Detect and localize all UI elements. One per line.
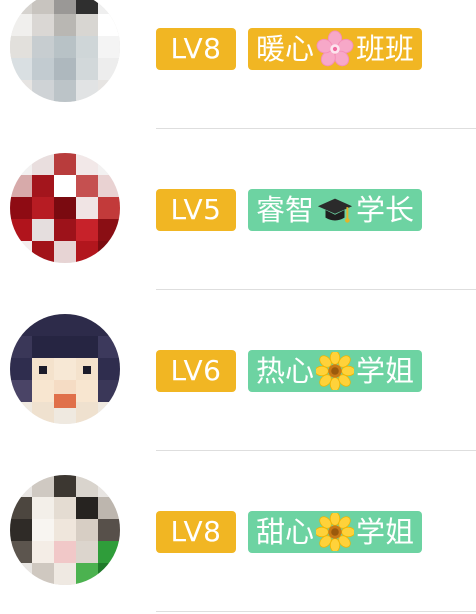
title-badge: 热心 学姐 [248,350,423,392]
cherry-blossom-icon [316,30,354,68]
title-badge-right-text: 学姐 [356,515,415,549]
avatar[interactable] [10,153,120,263]
title-badge-right-text: 学姐 [356,354,415,388]
list-item[interactable]: LV8 暖心 班班 [0,0,476,129]
title-badge-left-text: 甜心 [256,515,315,549]
list-item[interactable]: LV6 热心 学姐 [0,290,476,451]
title-badge-left-text: 热心 [256,354,315,388]
sunflower-icon [316,513,355,551]
title-badge-left-text: 暖心 [256,32,315,66]
sunflower-icon [316,352,355,390]
avatar[interactable] [10,0,120,102]
title-badge: 甜心 学姐 [248,511,423,553]
level-badge: LV8 [156,28,236,70]
graduation-cap-icon [316,191,354,229]
avatar[interactable] [10,475,120,585]
list-item[interactable]: LV5 睿智 学长 [0,129,476,290]
avatar[interactable] [10,314,120,424]
user-list: LV8 暖心 班班 LV5 睿智 学长 LV6 热心 学姐 LV8 甜心 学姐 [0,0,476,614]
level-badge: LV6 [156,350,236,392]
divider [156,611,476,612]
title-badge-right-text: 班班 [356,32,415,66]
title-badge: 暖心 班班 [248,28,423,70]
title-badge-left-text: 睿智 [256,193,315,227]
title-badge-right-text: 学长 [356,193,415,227]
title-badge: 睿智 学长 [248,189,423,231]
list-item[interactable]: LV8 甜心 学姐 [0,451,476,612]
level-badge: LV8 [156,511,236,553]
level-badge: LV5 [156,189,236,231]
